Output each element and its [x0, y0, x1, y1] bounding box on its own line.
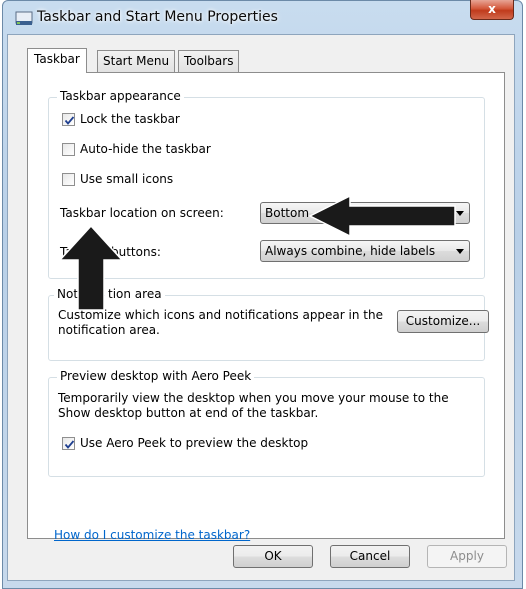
- taskbar-appearance-group: Taskbar appearance Lock the taskbar Auto…: [48, 89, 485, 279]
- taskbar-location-dropdown[interactable]: Bottom: [260, 202, 470, 224]
- tab-start-menu[interactable]: Start Menu: [97, 50, 176, 72]
- notification-area-group: Not tion area Customize which icons and …: [48, 287, 489, 361]
- button-label: Customize...: [405, 314, 481, 328]
- cancel-button[interactable]: Cancel: [330, 545, 410, 568]
- tab-toolbars[interactable]: Toolbars: [178, 50, 240, 72]
- button-label: Cancel: [349, 549, 391, 563]
- taskbar-app-icon: [15, 11, 33, 27]
- tab-taskbar[interactable]: Taskbar: [27, 48, 87, 73]
- tab-label: Taskbar: [34, 52, 80, 66]
- close-icon: x: [488, 2, 496, 16]
- tab-label: Toolbars: [184, 54, 234, 68]
- ok-button[interactable]: OK: [233, 545, 313, 568]
- chevron-down-icon: [456, 249, 464, 254]
- checkmark-icon: [64, 440, 75, 449]
- small-icons-checkbox[interactable]: [62, 173, 75, 186]
- group-legend: Preview desktop with Aero Peek: [57, 369, 255, 383]
- dropdown-value: Bottom: [265, 206, 310, 220]
- apply-button[interactable]: Apply: [427, 545, 507, 568]
- dialog-client-area: Start Menu Toolbars Taskbar Taskbar appe…: [7, 34, 515, 581]
- use-aero-peek-checkbox[interactable]: [62, 437, 75, 450]
- use-aero-peek-label[interactable]: Use Aero Peek to preview the desktop: [80, 436, 308, 450]
- group-legend-end: tion area: [105, 287, 165, 301]
- notification-area-description: Customize which icons and notifications …: [58, 308, 383, 337]
- lock-taskbar-label[interactable]: Lock the taskbar: [80, 112, 180, 126]
- auto-hide-label[interactable]: Auto-hide the taskbar: [80, 142, 211, 156]
- auto-hide-checkbox[interactable]: [62, 143, 75, 156]
- dropdown-value: Always combine, hide labels: [265, 244, 436, 258]
- aero-peek-description: Temporarily view the desktop when you mo…: [58, 391, 449, 420]
- taskbar-buttons-label-end: buttons:: [111, 245, 161, 259]
- tab-label: Start Menu: [103, 54, 170, 68]
- taskbar-location-label: Taskbar location on screen:: [60, 206, 224, 220]
- title-bar[interactable]: Taskbar and Start Menu Properties x: [3, 0, 522, 35]
- taskbar-buttons-label-start: Tas: [60, 245, 79, 259]
- window-title: Taskbar and Start Menu Properties: [37, 9, 278, 25]
- close-button[interactable]: x: [470, 0, 514, 20]
- small-icons-label[interactable]: Use small icons: [80, 172, 173, 186]
- taskbar-tab-panel: Taskbar appearance Lock the taskbar Auto…: [27, 72, 505, 542]
- checkmark-icon: [64, 116, 75, 125]
- group-legend-start: Not: [54, 287, 82, 301]
- taskbar-buttons-dropdown[interactable]: Always combine, hide labels: [260, 240, 470, 262]
- properties-window: Taskbar and Start Menu Properties x Star…: [0, 0, 526, 589]
- button-label: OK: [264, 549, 282, 563]
- aero-peek-group: Preview desktop with Aero Peek Temporari…: [48, 369, 485, 477]
- lock-taskbar-checkbox[interactable]: [62, 113, 75, 126]
- group-legend: Taskbar appearance: [57, 89, 184, 103]
- customize-button[interactable]: Customize...: [397, 310, 489, 333]
- button-label: Apply: [450, 549, 484, 563]
- chevron-down-icon: [456, 211, 464, 216]
- help-link[interactable]: How do I customize the taskbar?: [54, 528, 250, 542]
